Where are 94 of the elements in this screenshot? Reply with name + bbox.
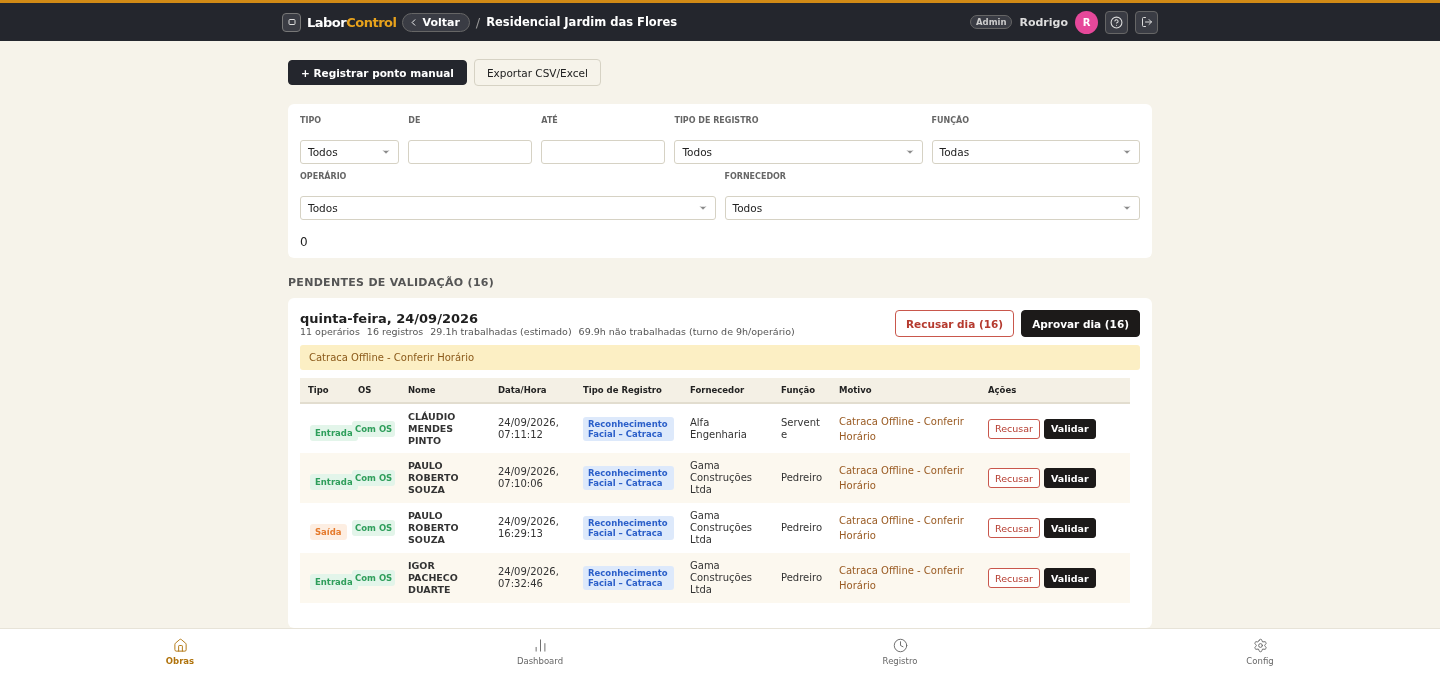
export-button[interactable]: Exportar CSV/Excel [473, 59, 601, 86]
reject-day-button[interactable]: Recusar dia (16) [895, 310, 1015, 337]
role-name: Pedreiro [781, 472, 822, 483]
logo-icon [282, 12, 301, 32]
result-count: 0 [300, 235, 308, 249]
os-badge: Com OS [352, 520, 396, 536]
validate-button[interactable]: Validar [1043, 518, 1096, 538]
date-time: 24/09/2026, 16:29:13 [498, 516, 559, 539]
column-header: Tipo de Registro [575, 378, 682, 403]
caret-icon [381, 147, 392, 157]
column-header: Motivo [831, 378, 980, 403]
worker-name: IGOR PACHECO DUARTE [408, 560, 458, 595]
section-title: PENDENTES DE VALIDAÇÃO (16) [288, 276, 496, 289]
select-field[interactable]: Todos [300, 140, 400, 164]
alert-banner: Catraca Offline - Conferir Horário [300, 345, 1140, 370]
approve-day-button[interactable]: Aprovar dia (16) [1021, 310, 1140, 337]
register-type-badge: Reconhecimento Facial – Catraca [583, 466, 674, 490]
bar-chart-icon [532, 638, 548, 653]
column-header: Nome [400, 378, 490, 403]
help-button[interactable] [1105, 10, 1128, 34]
settings-icon [1252, 638, 1268, 653]
reject-button[interactable]: Recusar [988, 568, 1040, 588]
day-stat: 29.1h trabalhadas (estimado) [430, 325, 572, 337]
select-field[interactable]: Todas [931, 140, 1140, 164]
field-label: ATÉ [541, 116, 559, 127]
column-header: Função [773, 378, 831, 403]
nav-tab[interactable]: Obras [0, 629, 360, 675]
date-field[interactable] [408, 140, 533, 164]
column-header: Fornecedor [682, 378, 773, 403]
nav-tab[interactable]: Registro [720, 629, 1080, 675]
caret-icon [904, 147, 915, 157]
field-label: DE [408, 116, 422, 127]
register-type-badge: Reconhecimento Facial – Catraca [583, 416, 674, 441]
column-header: Data/Hora [490, 378, 575, 403]
column-header: Tipo [300, 378, 350, 403]
column-header: Ações [980, 378, 1130, 403]
supplier-name: Alfa Engenharia [690, 416, 747, 440]
day-stat: 69.9h não trabalhadas (turno de 9h/operário) [578, 325, 795, 337]
date-time: 24/09/2026, 07:10:06 [498, 466, 559, 489]
select-field[interactable]: Todos [300, 196, 716, 220]
field-label: FORNECEDOR [724, 172, 788, 183]
reject-button[interactable]: Recusar [988, 518, 1040, 538]
breadcrumb-separator: / [475, 14, 481, 30]
brand-logo: LaborControl [307, 14, 397, 30]
user-name: Rodrigo [1019, 15, 1068, 29]
worker-name: PAULO ROBERTO SOUZA [408, 510, 459, 545]
reason-text: Catraca Offline - Conferir Horário [839, 565, 964, 591]
page-title: Residencial Jardim das Flores [486, 15, 678, 29]
select-field[interactable]: Todos [724, 196, 1140, 220]
date-time: 24/09/2026, 07:32:46 [498, 566, 559, 589]
supplier-name: Gama Construções Ltda [690, 560, 752, 595]
caret-icon [1122, 203, 1132, 213]
worker-name: CLÁUDIO MENDES PINTO [408, 410, 456, 446]
user-avatar: R [1075, 10, 1098, 34]
supplier-name: Gama Construções Ltda [690, 460, 752, 495]
role-name: Servente [781, 416, 820, 440]
day-title: quinta-feira, 24/09/2026 [300, 310, 480, 326]
register-button[interactable]: + Registrar ponto manual [288, 60, 467, 85]
home-icon [172, 638, 188, 653]
reason-text: Catraca Offline - Conferir Horário [839, 415, 964, 442]
select-field[interactable]: Todos [674, 140, 923, 164]
help-icon [1110, 15, 1123, 29]
reason-text: Catraca Offline - Conferir Horário [839, 465, 964, 491]
register-type-badge: Reconhecimento Facial – Catraca [583, 566, 674, 590]
reject-button[interactable]: Recusar [988, 468, 1040, 488]
day-stat: 16 registros [366, 325, 424, 337]
caret-icon [1122, 147, 1132, 157]
field-label: TIPO DE REGISTRO [674, 116, 760, 127]
supplier-name: Gama Construções Ltda [690, 510, 752, 545]
register-type-badge: Reconhecimento Facial – Catraca [583, 516, 674, 540]
field-label: FUNÇÃO [931, 116, 971, 127]
reason-text: Catraca Offline - Conferir Horário [839, 515, 964, 541]
date-field[interactable] [541, 140, 666, 164]
role-name: Pedreiro [781, 522, 822, 533]
logout-icon [1140, 16, 1153, 28]
worker-name: PAULO ROBERTO SOUZA [408, 460, 459, 495]
type-badge: Saída [310, 524, 347, 540]
day-stat: 11 operários [300, 325, 360, 337]
clock-icon [892, 638, 908, 653]
date-time: 24/09/2026, 07:11:12 [498, 416, 559, 440]
validate-button[interactable]: Validar [1043, 568, 1096, 588]
validate-button[interactable]: Validar [1043, 418, 1096, 439]
reject-button[interactable]: Recusar [988, 418, 1040, 439]
back-button[interactable]: Voltar [402, 12, 470, 32]
role-name: Pedreiro [781, 572, 822, 583]
validate-button[interactable]: Validar [1043, 468, 1096, 488]
role-badge: Admin [969, 15, 1013, 29]
nav-tab[interactable]: Config [1080, 629, 1440, 675]
logout-button[interactable] [1135, 10, 1158, 34]
caret-icon [697, 203, 708, 213]
column-header: OS [350, 378, 400, 403]
field-label: OPERÁRIO [300, 172, 348, 183]
field-label: TIPO [300, 116, 323, 127]
nav-tab[interactable]: Dashboard [360, 629, 720, 675]
